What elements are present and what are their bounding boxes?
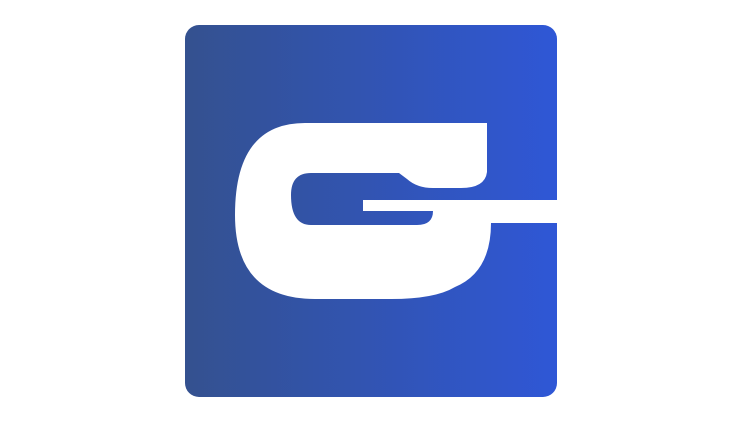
app-logo-icon [185,25,557,397]
letter-g-logo-icon [185,25,557,397]
canvas [0,0,750,422]
